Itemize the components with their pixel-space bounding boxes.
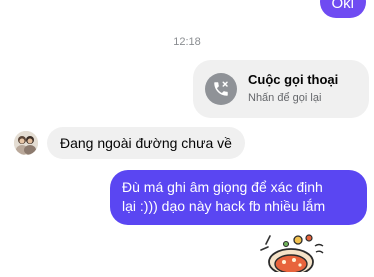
missed-call-icon [205,73,237,105]
call-back-hint: Nhấn để gọi lại [248,92,322,104]
missed-call-card[interactable]: Cuộc gọi thoại Nhấn để gọi lại [193,60,369,118]
avatar[interactable] [14,131,38,155]
message-line-1: Đù má ghi âm giọng để xác định [122,179,323,195]
message-timestamp: 12:18 [173,36,201,48]
sticker-image[interactable] [258,232,328,276]
chat-thread: Oki 12:18 Cuộc gọi thoại Nhấn để gọi lại… [0,0,374,276]
outgoing-message-oki[interactable]: Oki [319,0,366,18]
incoming-message[interactable]: Đang ngoài đường chưa về [47,127,245,159]
outgoing-message[interactable]: Đù má ghi âm giọng để xác định lại :))) … [110,170,367,225]
call-title: Cuộc gọi thoại [248,72,339,87]
message-text: Oki [331,0,355,12]
message-line-2: lại :))) dạo này hack fb nhiều lắm [122,198,326,214]
